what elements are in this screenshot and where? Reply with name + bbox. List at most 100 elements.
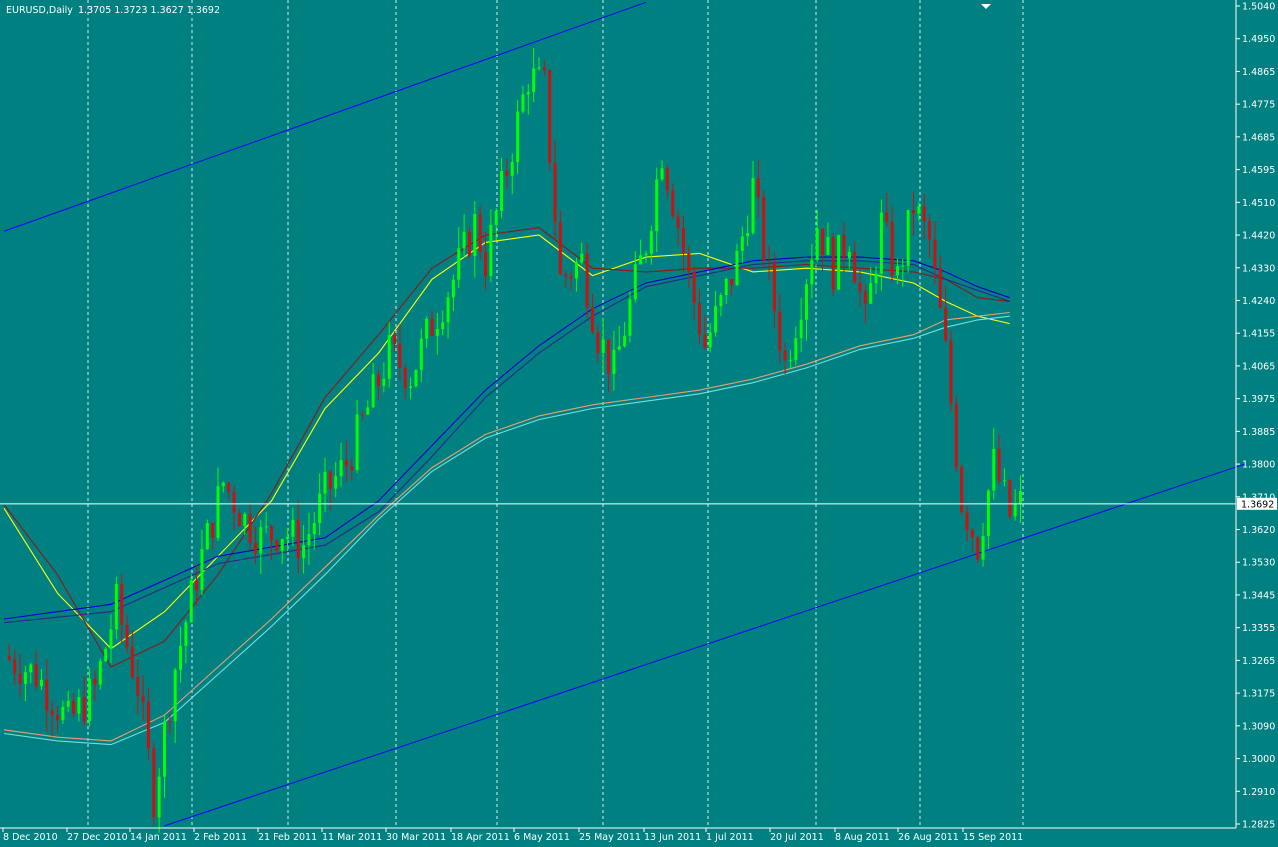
candle-body[interactable] [842, 235, 846, 259]
candle-body[interactable] [965, 512, 969, 531]
candle-body[interactable] [970, 530, 974, 538]
candle-body[interactable] [928, 221, 932, 240]
candle-body[interactable] [596, 332, 600, 353]
candle-body[interactable] [275, 540, 279, 551]
candle-body[interactable] [195, 580, 199, 591]
candle-body[interactable] [360, 414, 364, 416]
candle-body[interactable] [628, 299, 632, 336]
candle-body[interactable] [130, 647, 134, 677]
candle-body[interactable] [617, 346, 621, 350]
candle-body[interactable] [553, 162, 557, 223]
candle-body[interactable] [88, 678, 92, 722]
candle-body[interactable] [1019, 491, 1022, 504]
candle-body[interactable] [644, 253, 648, 256]
candle-body[interactable] [944, 307, 948, 341]
candle-body[interactable] [821, 228, 825, 255]
candle-body[interactable] [307, 534, 311, 546]
candle-body[interactable] [607, 339, 611, 375]
candle-body[interactable] [756, 178, 760, 198]
candle-body[interactable] [548, 70, 552, 163]
candle-body[interactable] [676, 216, 680, 228]
candle-body[interactable] [1002, 480, 1006, 482]
candle-body[interactable] [393, 335, 397, 345]
candle-body[interactable] [708, 332, 712, 348]
candle-body[interactable] [890, 221, 894, 276]
candle-body[interactable] [157, 776, 161, 818]
candle-body[interactable] [805, 284, 808, 320]
candle-body[interactable] [72, 700, 76, 714]
candle-body[interactable] [665, 168, 669, 191]
candle-body[interactable] [237, 512, 241, 527]
candle-body[interactable] [692, 271, 696, 303]
candle-body[interactable] [949, 340, 953, 404]
candle-body[interactable] [205, 523, 209, 550]
candle-body[interactable] [505, 171, 509, 176]
candle-body[interactable] [489, 224, 493, 276]
candle-body[interactable] [125, 624, 129, 648]
candle-body[interactable] [815, 228, 819, 261]
candle-body[interactable] [863, 291, 867, 304]
candle-body[interactable] [120, 584, 124, 625]
candle-body[interactable] [585, 253, 589, 308]
candle-body[interactable] [280, 539, 284, 551]
candle-body[interactable] [810, 260, 814, 285]
candle-body[interactable] [639, 255, 643, 265]
candle-body[interactable] [655, 179, 659, 232]
candle-body[interactable] [735, 250, 739, 286]
candle-body[interactable] [98, 661, 102, 685]
candle-body[interactable] [558, 222, 562, 275]
candle-body[interactable] [253, 542, 257, 554]
candle-body[interactable] [366, 407, 370, 415]
candle-body[interactable] [66, 700, 70, 707]
candle-body[interactable] [869, 283, 873, 304]
candle-body[interactable] [93, 678, 97, 685]
candle-body[interactable] [714, 306, 718, 333]
candle-body[interactable] [409, 386, 413, 389]
candle-body[interactable] [521, 94, 525, 112]
candle-body[interactable] [318, 493, 322, 524]
candle-body[interactable] [425, 318, 429, 339]
candle-body[interactable] [45, 679, 49, 711]
candle-body[interactable] [1013, 503, 1017, 517]
candle-body[interactable] [146, 701, 150, 749]
candle-body[interactable] [746, 232, 750, 237]
candle-body[interactable] [698, 302, 701, 335]
candle-body[interactable] [671, 190, 675, 217]
candle-body[interactable] [847, 251, 851, 259]
candle-body[interactable] [997, 448, 1001, 482]
candle-body[interactable] [259, 527, 263, 554]
candle-body[interactable] [992, 448, 996, 491]
candle-body[interactable] [451, 279, 455, 298]
candle-body[interactable] [211, 523, 215, 538]
candle-body[interactable] [77, 697, 81, 714]
candle-body[interactable] [462, 231, 466, 249]
candle-body[interactable] [799, 319, 803, 339]
candle-body[interactable] [537, 67, 541, 69]
candle-body[interactable] [783, 350, 787, 361]
candle-body[interactable] [687, 253, 691, 272]
candle-body[interactable] [50, 710, 54, 716]
candle-body[interactable] [377, 374, 380, 386]
candle-body[interactable] [788, 360, 792, 362]
candle-body[interactable] [730, 278, 734, 286]
candle-body[interactable] [879, 212, 883, 274]
candle-body[interactable] [18, 673, 22, 684]
candle-body[interactable] [152, 748, 156, 818]
candle-body[interactable] [104, 648, 108, 662]
candle-body[interactable] [34, 664, 38, 687]
candle-body[interactable] [719, 295, 723, 307]
candle-body[interactable] [136, 676, 140, 696]
candle-body[interactable] [526, 92, 530, 95]
candle-body[interactable] [430, 318, 434, 336]
candle-body[interactable] [56, 715, 59, 721]
candle-body[interactable] [532, 68, 536, 93]
candle-body[interactable] [286, 536, 290, 540]
candle-body[interactable] [446, 297, 450, 323]
candle-body[interactable] [243, 513, 247, 527]
candle-body[interactable] [660, 168, 664, 180]
candle-body[interactable] [312, 523, 316, 535]
candle-body[interactable] [895, 266, 899, 276]
price-chart[interactable]: 1.5040 1.4950 1.4865 1.4775 1.4685 1.4595 1.45… [0, 0, 1278, 847]
candle-body[interactable] [467, 231, 471, 257]
candle-body[interactable] [938, 268, 942, 308]
